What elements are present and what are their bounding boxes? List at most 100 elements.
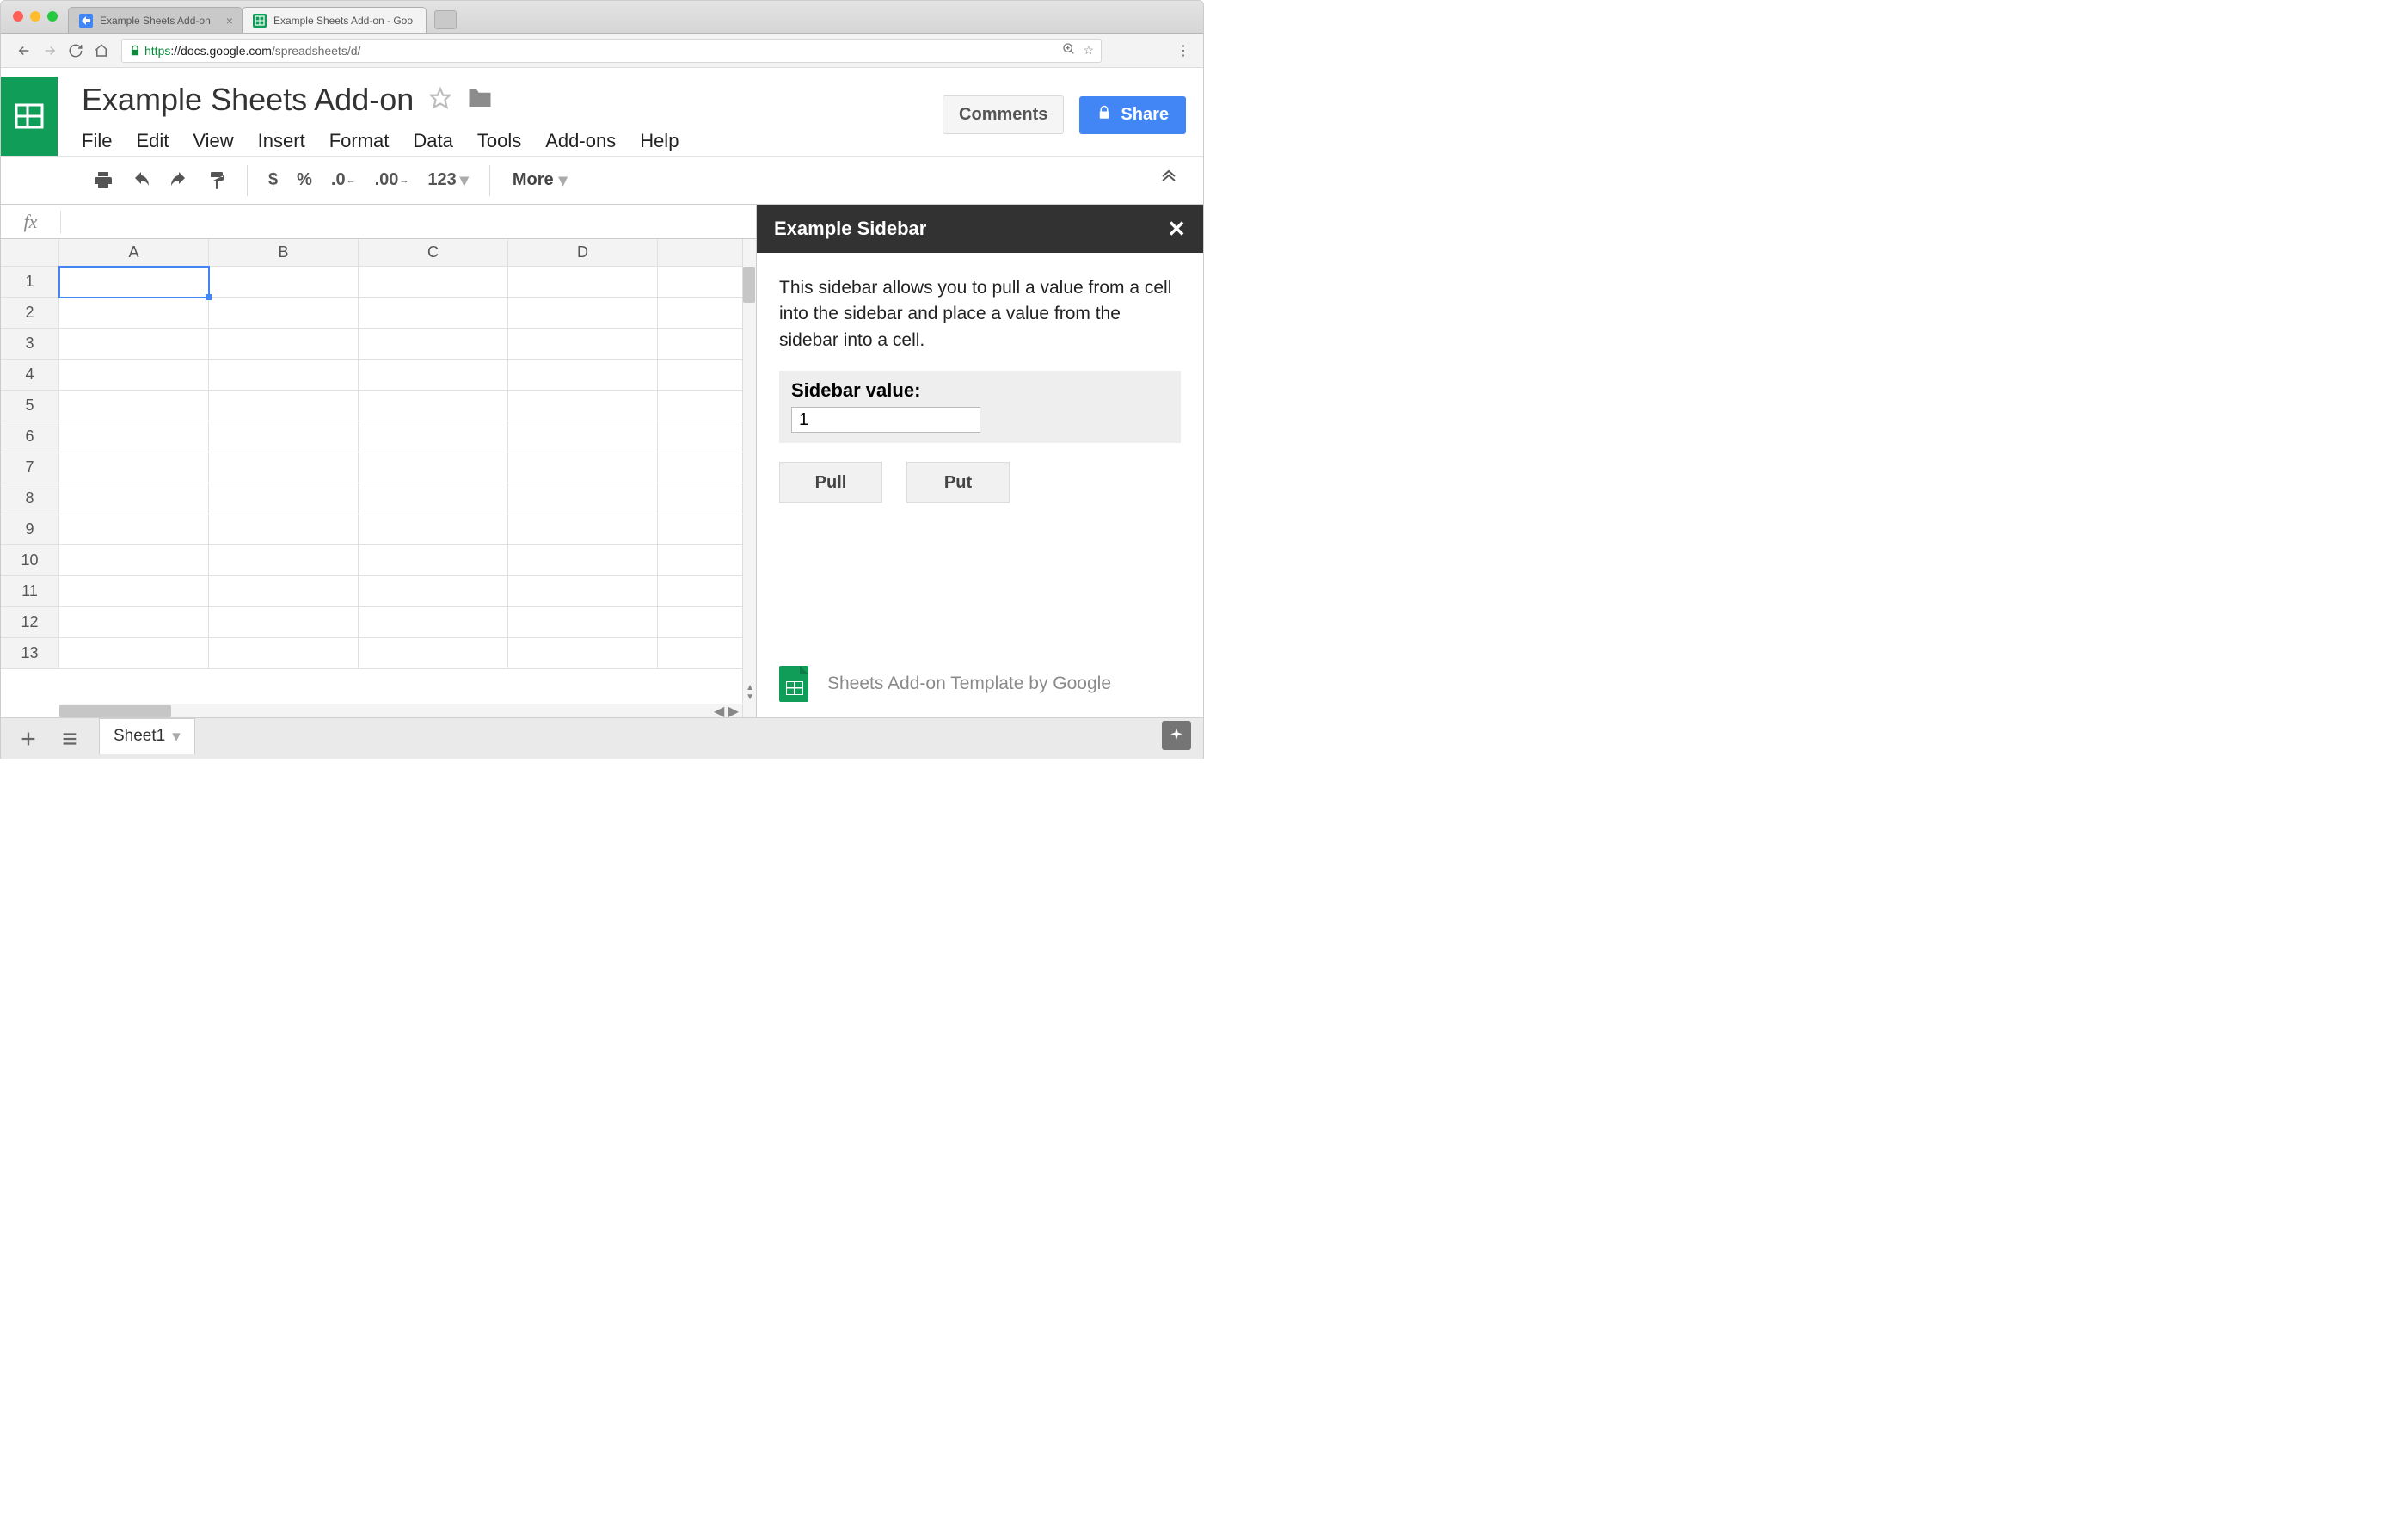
cell[interactable] — [59, 576, 209, 607]
cell[interactable] — [209, 607, 359, 638]
browser-menu-button[interactable]: ⋮ — [1170, 38, 1196, 64]
cell[interactable] — [359, 483, 508, 514]
cell[interactable] — [658, 638, 756, 669]
bookmark-star-icon[interactable]: ☆ — [1083, 43, 1094, 58]
row-header[interactable]: 9 — [1, 514, 59, 545]
cell[interactable] — [209, 576, 359, 607]
share-button[interactable]: Share — [1079, 96, 1186, 134]
url-field[interactable]: https ://docs.google.com /spreadsheets/d… — [121, 39, 1102, 63]
cell[interactable] — [508, 483, 658, 514]
cell[interactable] — [59, 638, 209, 669]
cell[interactable] — [209, 391, 359, 421]
forward-button[interactable] — [37, 38, 63, 64]
cell[interactable] — [658, 421, 756, 452]
cell[interactable] — [359, 267, 508, 298]
paint-format-button[interactable] — [200, 165, 233, 196]
percent-button[interactable]: % — [290, 165, 319, 196]
cell[interactable] — [59, 329, 209, 360]
cell[interactable] — [359, 391, 508, 421]
print-button[interactable] — [87, 165, 120, 196]
formula-input[interactable] — [61, 205, 756, 238]
close-window-icon[interactable] — [13, 11, 23, 22]
cell[interactable] — [209, 483, 359, 514]
folder-icon[interactable] — [467, 87, 493, 114]
reload-button[interactable] — [63, 38, 89, 64]
sheets-logo-icon[interactable] — [1, 77, 58, 156]
cell[interactable] — [508, 638, 658, 669]
vertical-scrollbar[interactable] — [742, 239, 756, 717]
star-icon[interactable] — [429, 87, 452, 114]
cell[interactable] — [209, 267, 359, 298]
horizontal-scrollbar[interactable]: ◀ ▶ — [59, 704, 742, 717]
cell[interactable] — [508, 391, 658, 421]
cell[interactable] — [209, 421, 359, 452]
row-header[interactable]: 11 — [1, 576, 59, 607]
back-button[interactable] — [11, 38, 37, 64]
pull-button[interactable]: Pull — [779, 462, 882, 503]
explore-button[interactable] — [1162, 721, 1191, 750]
sidebar-value-input[interactable] — [791, 407, 980, 433]
new-tab-button[interactable] — [434, 10, 457, 29]
cell[interactable] — [359, 298, 508, 329]
cell[interactable] — [658, 391, 756, 421]
cell[interactable] — [209, 545, 359, 576]
collapse-toolbar-button[interactable] — [1160, 169, 1177, 191]
cell[interactable] — [508, 576, 658, 607]
browser-tab[interactable]: Example Sheets Add-on - Goo × — [242, 7, 427, 33]
row-header[interactable]: 8 — [1, 483, 59, 514]
menu-insert[interactable]: Insert — [258, 130, 305, 152]
column-header[interactable]: D — [508, 239, 658, 267]
undo-button[interactable] — [125, 165, 157, 196]
menu-file[interactable]: File — [82, 130, 112, 152]
close-sidebar-icon[interactable]: ✕ — [1167, 216, 1186, 243]
cell[interactable] — [59, 483, 209, 514]
cell[interactable] — [59, 298, 209, 329]
cell[interactable] — [359, 329, 508, 360]
cell[interactable] — [508, 514, 658, 545]
cell[interactable] — [658, 514, 756, 545]
row-header[interactable]: 1 — [1, 267, 59, 298]
cell[interactable] — [508, 329, 658, 360]
minimize-window-icon[interactable] — [30, 11, 40, 22]
cell[interactable] — [658, 267, 756, 298]
cell[interactable] — [658, 452, 756, 483]
row-header[interactable]: 3 — [1, 329, 59, 360]
comments-button[interactable]: Comments — [943, 95, 1064, 134]
cell[interactable] — [59, 452, 209, 483]
cell[interactable] — [508, 607, 658, 638]
more-button[interactable]: More▾ — [504, 169, 576, 191]
column-header[interactable]: C — [359, 239, 508, 267]
row-header[interactable]: 5 — [1, 391, 59, 421]
cell[interactable] — [209, 360, 359, 391]
cell[interactable] — [209, 638, 359, 669]
cell[interactable] — [359, 360, 508, 391]
menu-data[interactable]: Data — [413, 130, 452, 152]
cell[interactable] — [359, 514, 508, 545]
menu-edit[interactable]: Edit — [136, 130, 169, 152]
cell[interactable] — [508, 421, 658, 452]
column-header[interactable]: B — [209, 239, 359, 267]
menu-format[interactable]: Format — [329, 130, 390, 152]
sheet-tab[interactable]: Sheet1 ▾ — [99, 718, 195, 754]
browser-tab[interactable]: Example Sheets Add-on × — [68, 7, 243, 33]
cell[interactable] — [59, 391, 209, 421]
cell[interactable] — [359, 545, 508, 576]
add-sheet-button[interactable] — [16, 727, 40, 751]
row-header[interactable]: 4 — [1, 360, 59, 391]
cell[interactable] — [59, 545, 209, 576]
column-header[interactable]: A — [59, 239, 209, 267]
all-sheets-button[interactable] — [58, 727, 82, 751]
cell[interactable] — [658, 607, 756, 638]
currency-button[interactable]: $ — [261, 165, 285, 196]
column-header[interactable] — [658, 239, 756, 267]
menu-help[interactable]: Help — [640, 130, 679, 152]
cell[interactable] — [359, 607, 508, 638]
vertical-scroll-arrows[interactable]: ▲▼ — [746, 683, 754, 702]
cell[interactable] — [508, 545, 658, 576]
cell[interactable] — [59, 514, 209, 545]
cell[interactable] — [359, 576, 508, 607]
cell[interactable] — [658, 545, 756, 576]
cell[interactable] — [508, 298, 658, 329]
row-header[interactable]: 7 — [1, 452, 59, 483]
cell[interactable] — [658, 329, 756, 360]
